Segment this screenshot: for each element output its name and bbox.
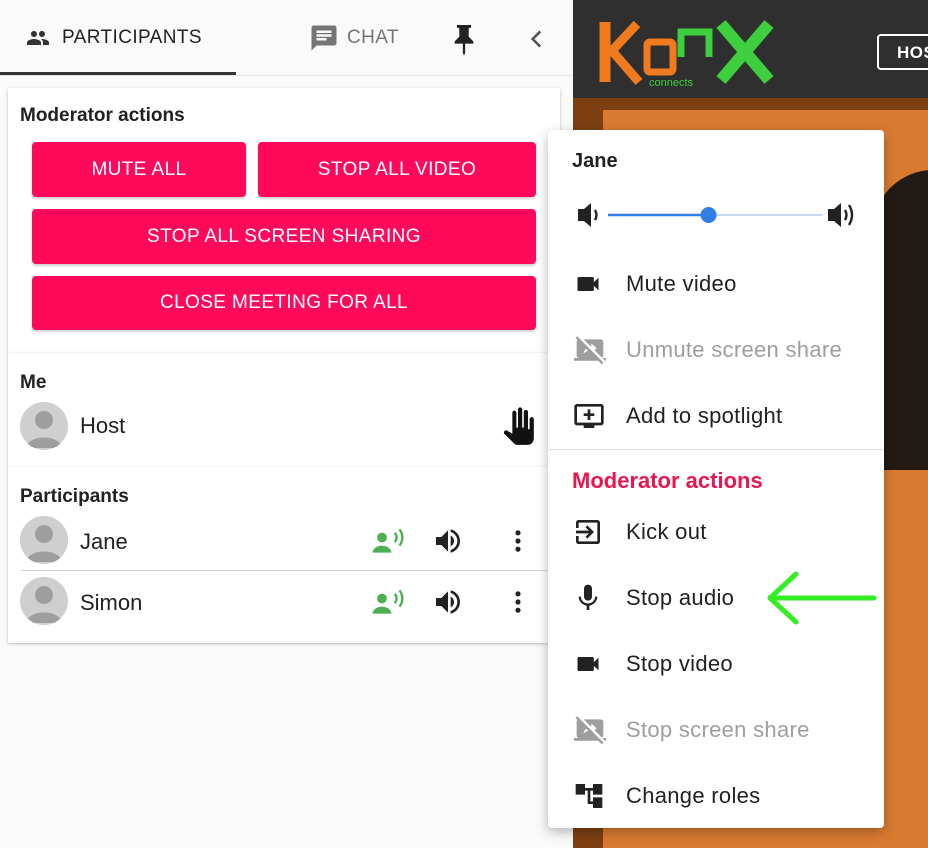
tab-participants[interactable]: PARTICIPANTS — [22, 0, 202, 76]
add-to-spotlight-item[interactable]: Add to spotlight — [548, 388, 884, 444]
chevron-left-icon[interactable] — [524, 26, 550, 52]
hierarchy-icon — [575, 784, 603, 808]
add-to-screen-icon — [574, 404, 604, 428]
add-to-spotlight-label: Add to spotlight — [626, 403, 783, 428]
slider-thumb[interactable] — [700, 207, 717, 223]
screen-share-off-icon — [574, 336, 606, 365]
stop-video-label: Stop video — [626, 651, 733, 676]
annotation-arrow-icon — [767, 571, 877, 625]
unmute-screen-share-item[interactable]: Unmute screen share — [548, 322, 884, 378]
exit-icon — [576, 520, 600, 544]
avatar — [20, 577, 68, 625]
raised-hand-icon[interactable] — [498, 405, 538, 447]
participants-card: Participants Jane Simon — [8, 467, 560, 643]
participant-name: Jane — [80, 529, 128, 554]
moderator-actions-title: Moderator actions — [20, 105, 185, 126]
avatar — [20, 516, 68, 564]
kick-out-label: Kick out — [626, 519, 707, 544]
stop-screen-share-label: Stop screen share — [626, 717, 810, 742]
pin-icon[interactable] — [450, 22, 478, 56]
kick-out-item[interactable]: Kick out — [548, 504, 884, 560]
videocam-icon — [577, 657, 599, 671]
menu-divider — [548, 449, 884, 450]
people-icon — [27, 31, 49, 45]
me-name: Host — [80, 413, 126, 438]
volume-slider[interactable] — [576, 200, 862, 230]
participants-sidebar: PARTICIPANTS CHAT Moderator actions MUTE… — [0, 0, 573, 848]
volume-low-icon — [578, 203, 598, 227]
default-avatar-icon — [26, 586, 62, 623]
more-vertical-icon[interactable] — [504, 525, 532, 557]
volume-icon[interactable] — [432, 525, 464, 557]
stop-all-screen-sharing-button[interactable]: STOP ALL SCREEN SHARING — [32, 209, 536, 264]
active-tab-indicator — [0, 72, 236, 75]
volume-high-icon — [828, 203, 854, 227]
default-avatar-icon — [26, 525, 62, 562]
change-roles-label: Change roles — [626, 783, 761, 808]
row-divider — [20, 570, 548, 571]
more-vertical-icon[interactable] — [504, 586, 532, 618]
videocam-icon — [577, 277, 599, 291]
microphone-icon — [578, 584, 598, 610]
change-roles-item[interactable]: Change roles — [548, 768, 884, 824]
chat-icon — [311, 25, 337, 51]
volume-icon[interactable] — [432, 586, 464, 618]
sidebar-tabs: PARTICIPANTS CHAT — [0, 0, 573, 76]
me-card: Me Host — [8, 353, 560, 467]
avatar — [20, 402, 68, 450]
tab-chat[interactable]: CHAT — [309, 0, 399, 76]
host-chip[interactable]: HOS — [877, 34, 928, 70]
stop-audio-label: Stop audio — [626, 585, 735, 610]
stop-all-video-button[interactable]: STOP ALL VIDEO — [258, 142, 536, 197]
tab-chat-label: CHAT — [347, 27, 399, 48]
participant-options-menu: Jane Mute video Unmute screen share Add … — [548, 130, 884, 828]
moderator-actions-card: Moderator actions MUTE ALL STOP ALL VIDE… — [8, 88, 560, 353]
menu-moderator-actions-title: Moderator actions — [572, 468, 763, 493]
talking-icon — [372, 528, 404, 553]
unmute-screen-share-label: Unmute screen share — [626, 337, 843, 362]
participant-name: Simon — [80, 590, 143, 615]
stop-screen-share-item[interactable]: Stop screen share — [548, 702, 884, 758]
screen-share-off-icon — [574, 716, 606, 745]
svg-text:connects: connects — [649, 77, 694, 89]
talking-icon — [372, 589, 404, 614]
mute-video-item[interactable]: Mute video — [548, 256, 884, 312]
konx-logo: connects — [599, 20, 774, 89]
tab-participants-label: PARTICIPANTS — [62, 27, 202, 48]
meeting-top-bar: connects HOS — [573, 0, 928, 98]
default-avatar-icon — [26, 411, 62, 448]
menu-participant-name: Jane — [572, 150, 618, 172]
close-meeting-button[interactable]: CLOSE MEETING FOR ALL — [32, 276, 536, 330]
me-section-title: Me — [20, 372, 47, 393]
stop-video-item[interactable]: Stop video — [548, 636, 884, 692]
mute-all-button[interactable]: MUTE ALL — [32, 142, 246, 197]
mute-video-label: Mute video — [626, 271, 737, 296]
participants-section-title: Participants — [20, 486, 129, 507]
